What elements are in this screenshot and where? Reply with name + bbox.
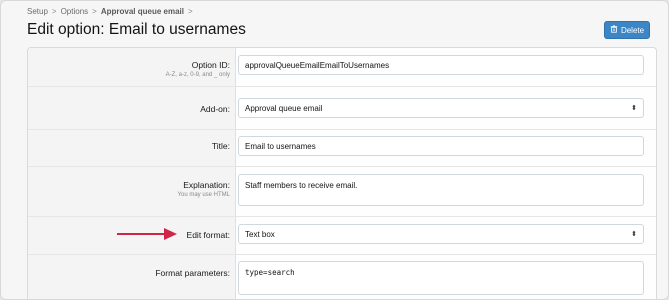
window: Setup > Options > Approval queue email > Edit… xyxy=(0,0,669,300)
option-id-input[interactable]: approvalQueueEmailEmailToUsernames xyxy=(238,55,644,75)
option-id-hint: A-Z, a-z, 0-9, and _ only xyxy=(165,72,230,78)
page-title: Edit option: Email to usernames xyxy=(27,21,246,38)
row-divider xyxy=(28,166,656,167)
edit-format-label: Edit format: xyxy=(186,230,230,240)
breadcrumb-item-addon[interactable]: Approval queue email xyxy=(101,7,184,16)
format-parameters-label: Format parameters: xyxy=(155,268,230,278)
option-id-label: Option ID: xyxy=(191,60,230,70)
row-divider xyxy=(28,254,656,255)
edit-format-select[interactable]: Text box ⬍ xyxy=(238,224,644,244)
row-divider xyxy=(28,86,656,87)
updown-caret-icon: ⬍ xyxy=(631,230,637,238)
explanation-hint: You may use HTML xyxy=(177,192,230,198)
explanation-textarea[interactable]: Staff members to receive email. xyxy=(238,174,644,206)
explanation-label: Explanation: xyxy=(183,180,230,190)
row-divider xyxy=(28,216,656,217)
breadcrumb-separator: > xyxy=(187,7,193,16)
delete-button-label: Delete xyxy=(620,25,645,35)
breadcrumb-separator: > xyxy=(51,7,57,16)
format-parameters-textarea[interactable]: type=search xyxy=(238,261,644,295)
breadcrumb-item-options[interactable]: Options xyxy=(61,7,89,16)
option-form: Option ID: A-Z, a-z, 0-9, and _ only app… xyxy=(27,47,657,299)
delete-button[interactable]: Delete xyxy=(604,21,650,39)
add-on-label: Add-on: xyxy=(200,104,230,114)
updown-caret-icon: ⬍ xyxy=(631,104,637,112)
row-divider xyxy=(28,129,656,130)
title-label: Title: xyxy=(211,141,230,151)
breadcrumb-item-setup[interactable]: Setup xyxy=(27,7,48,16)
arrow-right-icon xyxy=(117,228,177,240)
title-input[interactable]: Email to usernames xyxy=(238,136,644,156)
breadcrumb-separator: > xyxy=(92,7,97,16)
add-on-value: Approval queue email xyxy=(245,103,323,113)
trash-icon xyxy=(610,25,618,35)
add-on-select[interactable]: Approval queue email ⬍ xyxy=(238,98,644,118)
edit-format-value: Text box xyxy=(245,229,275,239)
breadcrumb: Setup > Options > Approval queue email > xyxy=(27,7,197,16)
